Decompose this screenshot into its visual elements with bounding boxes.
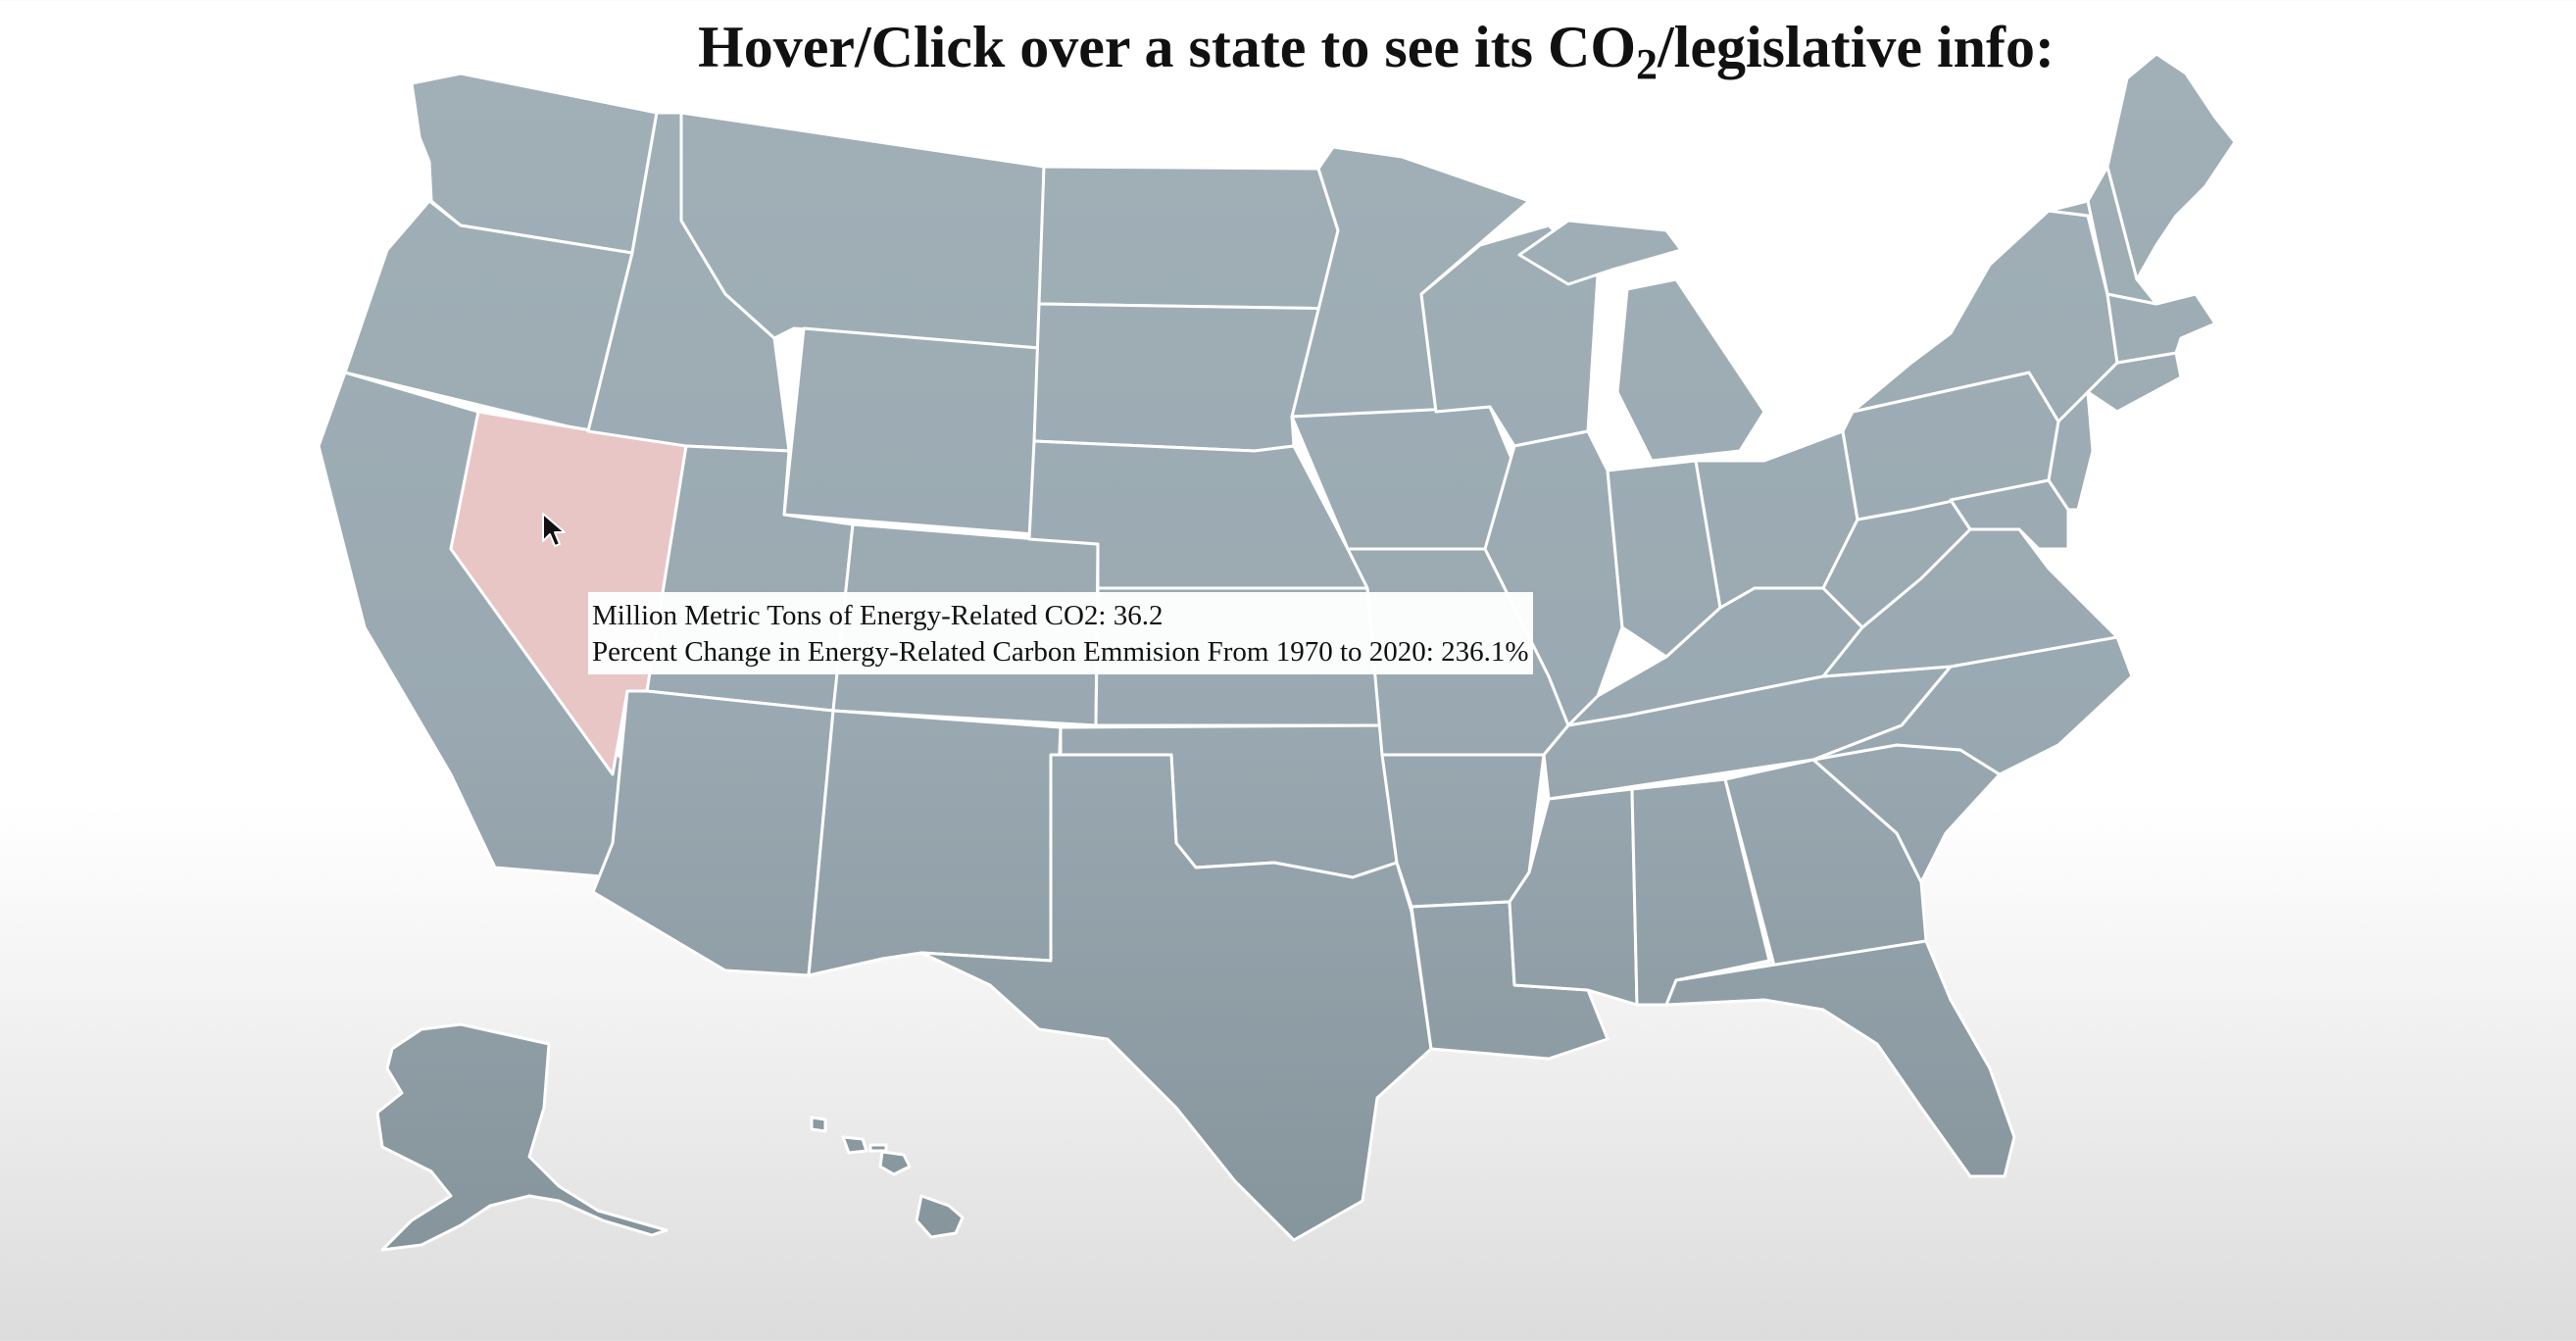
state-massachusetts[interactable] bbox=[2105, 292, 2217, 365]
state-hawaii-maui[interactable] bbox=[878, 1150, 912, 1176]
state-info-tooltip: Million Metric Tons of Energy-Related CO… bbox=[588, 592, 1533, 674]
state-hawaii-molokai[interactable] bbox=[868, 1143, 888, 1153]
state-arizona[interactable] bbox=[591, 689, 835, 977]
state-wyoming[interactable] bbox=[782, 326, 1041, 536]
state-alaska[interactable] bbox=[375, 1022, 669, 1252]
percent-change-text: Percent Change in Energy-Related Carbon … bbox=[592, 636, 1529, 668]
state-north-dakota[interactable] bbox=[1037, 165, 1350, 311]
arrow-pointer-icon bbox=[542, 513, 566, 547]
state-new-mexico[interactable] bbox=[807, 709, 1063, 977]
state-maine[interactable] bbox=[2105, 52, 2237, 281]
co2-emissions-text: Million Metric Tons of Energy-Related CO… bbox=[592, 600, 1164, 631]
state-hawaii-oahu[interactable] bbox=[841, 1135, 868, 1155]
state-michigan[interactable] bbox=[1615, 277, 1766, 463]
state-hawaii-kauai[interactable] bbox=[810, 1116, 827, 1133]
state-arkansas[interactable] bbox=[1380, 753, 1546, 909]
state-florida[interactable] bbox=[1664, 939, 2016, 1178]
state-hawaii-main[interactable] bbox=[915, 1194, 965, 1239]
